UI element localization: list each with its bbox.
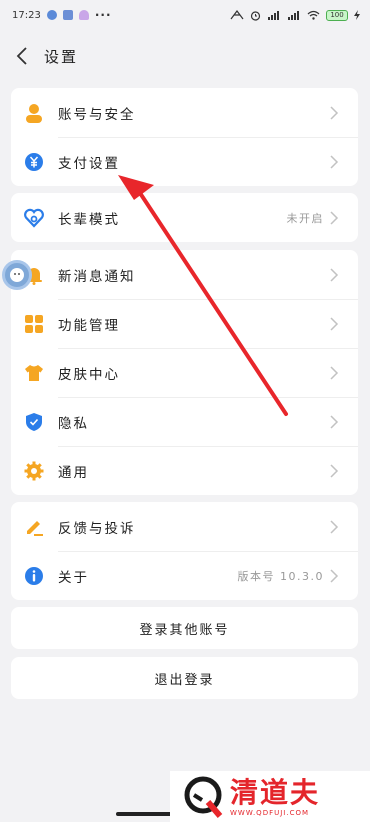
nfc-icon [230,10,244,20]
chevron-right-icon [330,519,344,534]
chevron-right-icon [330,365,344,380]
wifi-icon [307,10,320,20]
about-group-card: 反馈与投诉 关于 版本号 10.3.0 [11,502,358,600]
page-title: 设置 [44,47,79,66]
settings-row-feedback[interactable]: 反馈与投诉 [11,502,358,551]
floating-assistant-icon[interactable] [2,260,32,290]
chevron-right-icon [330,105,344,120]
settings-row-general[interactable]: 通用 [11,446,358,495]
row-label: 长辈模式 [58,211,120,228]
version-text: 版本号 10.3.0 [237,569,324,583]
row-label: 皮肤中心 [58,366,120,383]
chevron-right-icon [330,316,344,331]
chevron-right-icon [330,463,344,478]
shirt-icon [24,363,44,383]
chevron-right-icon [330,267,344,282]
watermark-url: WWW.QDFUJI.COM [230,808,310,817]
settings-row-feature-management[interactable]: 功能管理 [11,299,358,348]
status-left: 17:23 ··· [12,8,112,22]
back-button[interactable] [0,36,44,76]
app-notification-icon [62,10,73,20]
logout-button[interactable]: 退出登录 [11,657,358,699]
row-label: 隐私 [58,415,89,432]
chevron-right-icon [330,154,344,169]
grid-icon [24,314,44,334]
account-group-card: 账号与安全 支付设置 [11,88,358,186]
switch-account-button[interactable]: 登录其他账号 [11,607,358,649]
chevron-right-icon [330,414,344,429]
watermark: 清道夫 WWW.QDFUJI.COM [170,771,370,822]
chevron-right-icon [330,210,344,225]
status-bar: 17:23 ··· 100 [0,0,370,30]
heart-icon [24,208,44,228]
row-label: 关于 [58,569,89,586]
row-label: 通用 [58,464,89,481]
settings-row-skin-center[interactable]: 皮肤中心 [11,348,358,397]
gear-icon [24,461,44,481]
settings-row-privacy[interactable]: 隐私 [11,397,358,446]
row-label: 反馈与投诉 [58,520,136,537]
alarm-icon [250,10,261,21]
settings-row-elder-mode[interactable]: 长辈模式 未开启 [11,193,358,242]
yuan-icon [24,152,44,172]
settings-row-payment[interactable]: 支付设置 [11,137,358,186]
row-label: 账号与安全 [58,106,136,123]
charging-icon [354,10,360,20]
app-notification-icon [78,10,89,20]
settings-row-notifications[interactable]: 新消息通知 [11,250,358,299]
watermark-logo-icon [180,774,226,820]
status-time: 17:23 [12,9,41,21]
shield-icon [24,412,44,432]
signal-icon [288,11,299,20]
more-notifications-icon: ··· [94,8,112,22]
row-label: 功能管理 [58,317,120,334]
row-value: 未开启 [286,211,324,225]
watermark-title: 清道夫 [230,775,321,809]
signal-icon [268,11,279,20]
row-label: 支付设置 [58,155,120,172]
header: 设置 [0,36,370,76]
row-label: 新消息通知 [58,268,136,285]
status-right: 100 [230,9,360,21]
pencil-icon [24,517,44,537]
settings-row-account-security[interactable]: 账号与安全 [11,88,358,137]
battery-icon: 100 [326,9,348,21]
info-icon [24,566,44,586]
general-group-card: 新消息通知 功能管理 皮肤中心 隐私 通用 [11,250,358,495]
user-icon [24,103,44,123]
settings-row-about[interactable]: 关于 版本号 10.3.0 [11,551,358,600]
app-notification-icon [46,10,57,20]
chevron-right-icon [330,568,344,583]
elder-mode-card: 长辈模式 未开启 [11,193,358,242]
back-arrow-icon [16,47,27,65]
